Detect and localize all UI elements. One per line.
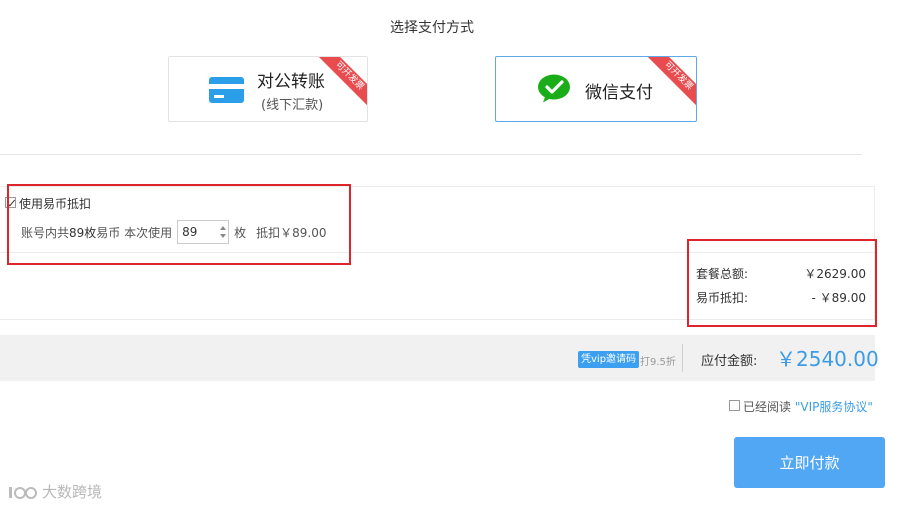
discount-text: 打9.5折 bbox=[640, 357, 676, 368]
payment-option-wechat[interactable]: 微信支付 可开发票 bbox=[495, 56, 697, 122]
agreement-text: 已经阅读 "VIP服务协议" bbox=[743, 398, 873, 415]
vip-invite-code-badge[interactable]: 凭vip邀请码 bbox=[578, 351, 640, 368]
bar-separator bbox=[682, 344, 683, 372]
highlight-box-coin bbox=[7, 184, 351, 265]
vip-agreement-link[interactable]: "VIP服务协议" bbox=[795, 400, 873, 414]
wechat-pay-icon bbox=[538, 74, 570, 103]
bank-card-icon bbox=[209, 77, 244, 103]
payment-option-bank-transfer[interactable]: 对公转账 (线下汇款) 可开发票 bbox=[168, 56, 368, 122]
page-title: 选择支付方式 bbox=[390, 20, 474, 36]
watermark-text: 大数跨境 bbox=[42, 483, 103, 501]
wechat-pay-label: 微信支付 bbox=[585, 83, 653, 103]
pay-now-button[interactable]: 立即付款 bbox=[734, 437, 885, 488]
highlight-box-summary bbox=[687, 239, 877, 327]
payable-amount: ￥2540.00 bbox=[776, 347, 879, 371]
agreement-checkbox[interactable] bbox=[729, 400, 740, 411]
payable-label: 应付金额: bbox=[701, 354, 758, 369]
watermark: 大数跨境 bbox=[8, 481, 102, 502]
watermark-logo-icon bbox=[9, 486, 37, 499]
bank-transfer-label: 对公转账 bbox=[257, 72, 325, 92]
agreement-prefix: 已经阅读 bbox=[743, 400, 792, 414]
bank-transfer-sublabel: (线下汇款) bbox=[261, 98, 324, 113]
section-divider bbox=[0, 154, 862, 155]
